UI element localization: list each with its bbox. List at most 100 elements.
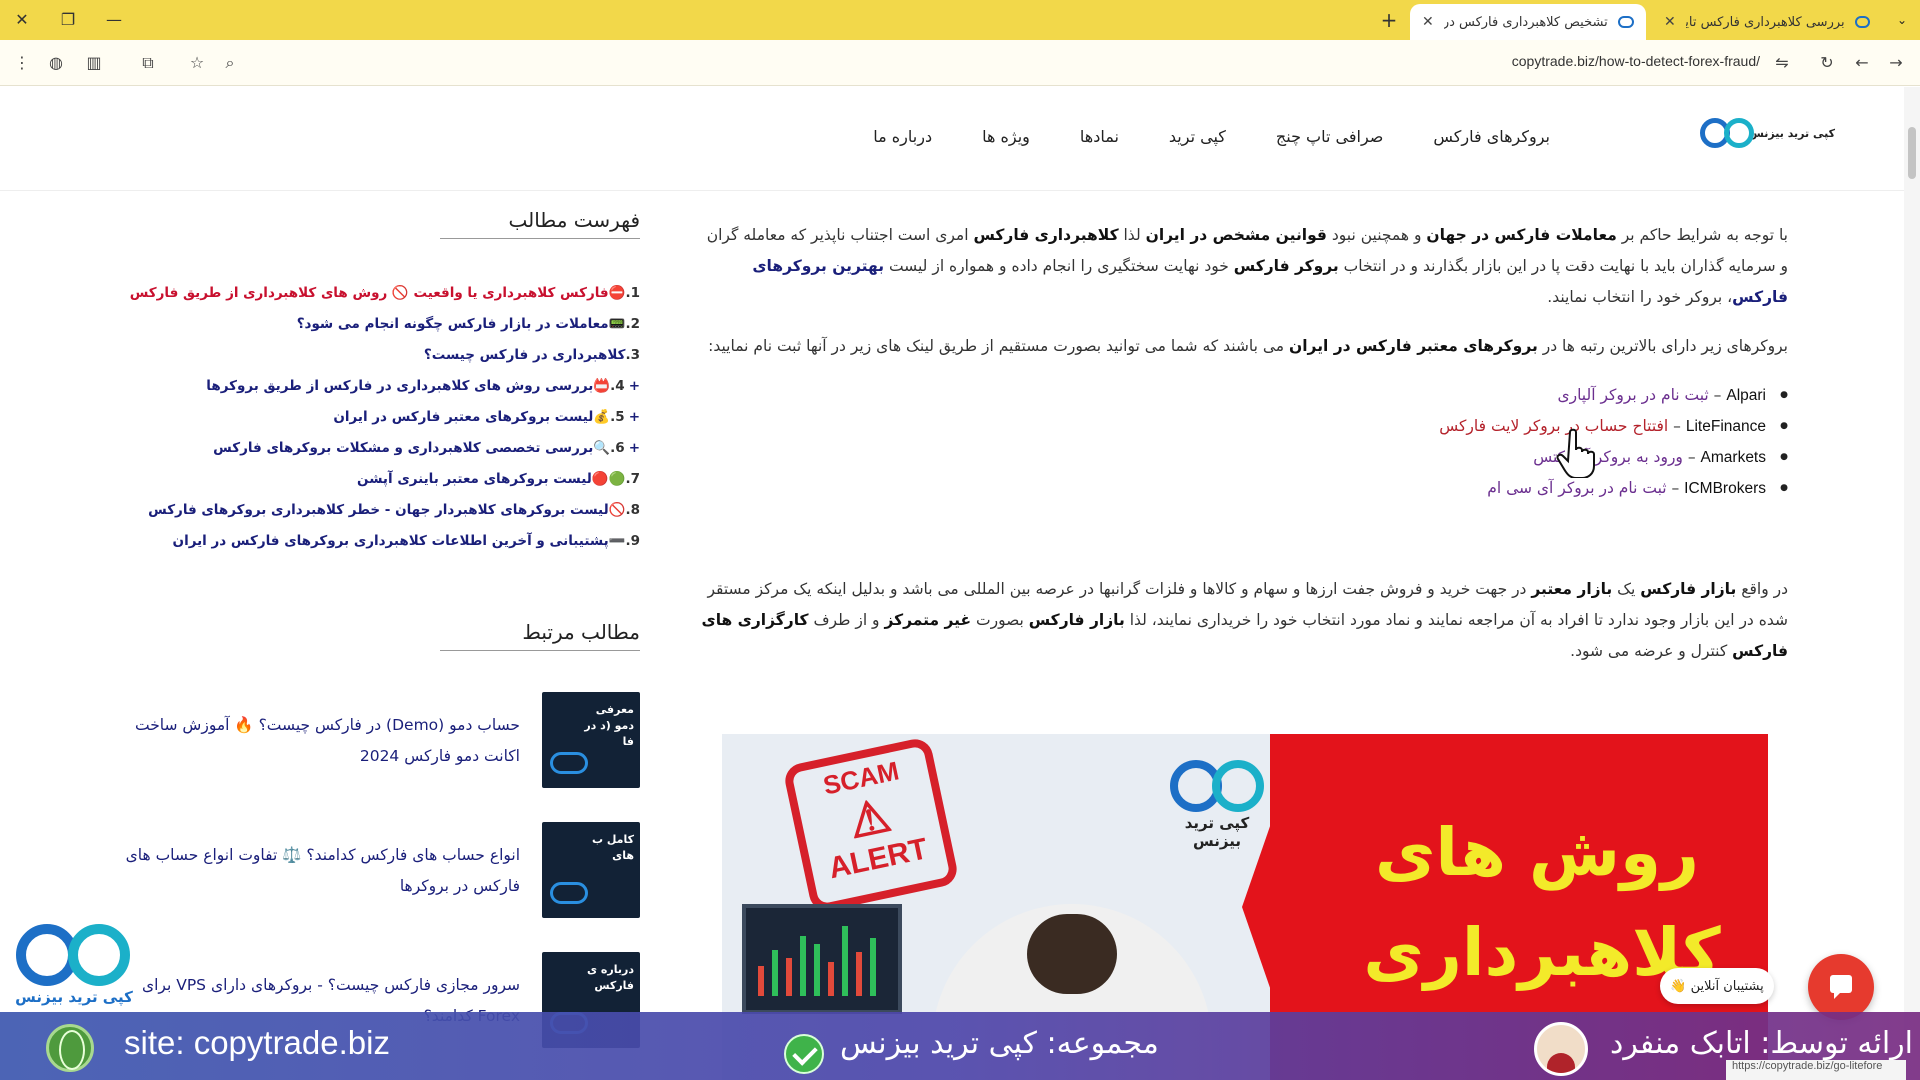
tab-title: بررسی کلاهبرداری فارکس تایم (FM [1686,14,1845,30]
tab-close-icon[interactable]: ✕ [1664,14,1676,30]
tab-list-dropdown-icon[interactable]: ⌄ [1890,8,1914,32]
table-of-contents: 1.⛔فارکس کلاهبرداری یا واقعیت 🚫 روش های … [100,280,640,559]
nav-item-topchange[interactable]: صرافی تاپ چنج [1276,127,1383,146]
close-window-icon[interactable]: ✕ [10,8,34,32]
related-post[interactable]: کامل ب های انواع حساب های فارکس کدامند؟ … [100,822,640,918]
chat-bubble-icon [1830,975,1852,999]
tab-favicon-icon [1617,16,1634,28]
tab-active[interactable]: تشخیص کلاهبرداری فارکس در ایرا ✕ [1410,4,1646,40]
zoom-search-icon[interactable]: ⌕ [218,51,242,75]
banner-presenter: ارائه توسط: اتابک منفرد [1610,1026,1914,1061]
related-post[interactable]: معرفی دمو (د در فا حساب دمو (Demo) در فا… [100,692,640,788]
toc-item[interactable]: 8.🚫لیست بروکرهای کلاهبردار جهان - خطر کل… [100,497,640,528]
online-support-label[interactable]: پشتیبان آنلاین 👋 [1660,968,1774,1004]
broker-link[interactable]: افتتاح حساب در بروکر لایت فارکس [1439,417,1668,435]
nav-item-copytrade[interactable]: کپی ترید [1169,127,1226,146]
video-overlay-banner: site: copytrade.biz مجموعه: کپی ترید بیز… [0,1012,1920,1080]
presenter-avatar [1534,1022,1588,1076]
nav-item-about[interactable]: درباره ما [873,127,932,146]
toc-item-number: 6. [610,440,625,456]
toc-item-number: 2. [625,316,640,332]
expand-plus-icon[interactable]: + [629,440,640,456]
list-item: Amarkets – ورود به بروکر آمارکتس [700,442,1788,473]
related-post-thumbnail[interactable]: معرفی دمو (د در فا [542,692,640,788]
tab-favicon-icon [1854,16,1870,28]
article-paragraph-1: با توجه به شرایط حاکم بر معاملات فارکس د… [706,226,1788,306]
new-tab-button[interactable]: + [1377,8,1401,32]
extensions-icon[interactable]: ⧉ [136,51,160,75]
restore-window-icon[interactable]: ❐ [56,8,80,32]
hand-pointer-cursor-icon [1556,428,1595,478]
hero-logo: کپی ترید بیزنس [1162,754,1272,850]
bookmark-star-icon[interactable]: ☆ [185,51,209,75]
toc-item[interactable]: 2.📟معاملات در بازار فارکس چگونه انجام می… [100,311,640,342]
nav-item-specials[interactable]: ویژه ها [982,127,1030,146]
floating-logo: کپی ترید بیزنس [12,924,136,1008]
back-icon[interactable]: ← [1850,51,1874,75]
toc-item-label: 🚫لیست بروکرهای کلاهبردار جهان - خطر کلاه… [148,502,626,518]
list-item: LiteFinance – افتتاح حساب در بروکر لایت … [700,411,1788,442]
trading-monitor-illustration [742,904,902,1014]
tab-close-icon[interactable]: ✕ [1422,14,1434,30]
list-item: ICMBrokers – ثبت نام در بروکر آی سی ام [700,473,1788,504]
related-post-title[interactable]: انواع حساب های فارکس کدامند؟ ⚖️ تفاوت ان… [100,822,520,918]
article-body: با توجه به شرایط حاکم بر معاملات فارکس د… [700,220,1789,685]
site-header: کپی ترید بیزنس بروکرهای فارکس صرافی تاپ … [0,87,1920,191]
related-title: مطالب مرتبط [440,620,640,651]
toc-item-number: 1. [625,285,640,301]
toc-item[interactable]: 3.کلاهبرداری در فارکس چیست؟ [100,342,640,373]
status-bar-url: https://copytrade.biz/go-litefore [1726,1060,1906,1080]
address-bar[interactable]: copytrade.biz/how-to-detect-forex-fraud/ [1420,53,1760,75]
tab-title: تشخیص کلاهبرداری فارکس در ایرا [1443,14,1608,30]
check-circle-icon [784,1034,824,1074]
toc-item-number: 5. [610,409,625,425]
toc-item[interactable]: +4.📛بررسی روش های کلاهبرداری در فارکس از… [100,373,640,404]
toc-item-label: کلاهبرداری در فارکس چیست؟ [423,347,626,363]
main-nav: بروکرهای فارکس صرافی تاپ چنج کپی ترید نم… [873,127,1550,146]
related-post-title[interactable]: حساب دمو (Demo) در فارکس چیست؟ 🔥 آموزش س… [100,692,520,788]
toc-item-number: 7. [625,471,640,487]
reload-icon[interactable]: ↻ [1815,51,1839,75]
banner-site: site: copytrade.biz [124,1024,390,1061]
minimize-window-icon[interactable]: — [102,8,126,32]
nav-item-symbols[interactable]: نمادها [1080,127,1119,146]
sidebar-toggle-icon[interactable]: ▥ [82,51,106,75]
globe-icon [46,1024,94,1072]
toc-item[interactable]: 7.🟢🔴لیست بروکرهای معتبر باینری آپشن [100,466,640,497]
tab-inactive[interactable]: بررسی کلاهبرداری فارکس تایم (FM ✕ [1652,4,1882,40]
toc-item-number: 3. [625,347,640,363]
infinity-logo-icon [1162,754,1272,814]
scam-alert-stamp: SCAM ⚠ ALERT [782,736,960,914]
site-logo[interactable]: کپی ترید بیزنس [1700,113,1835,153]
toc-item[interactable]: 9.➖پشتیبانی و آخرین اطلاعات کلاهبرداری ب… [100,528,640,559]
related-post-thumbnail[interactable]: کامل ب های [542,822,640,918]
toc-item-label: 💰لیست بروکرهای معتبر فارکس در ایران [333,409,611,425]
infinity-logo-icon [12,924,136,988]
toc-item-label: ➖پشتیبانی و آخرین اطلاعات کلاهبرداری برو… [172,533,626,549]
logo-text: کپی ترید بیزنس [1748,126,1835,140]
expand-plus-icon[interactable]: + [629,378,640,394]
banner-group: مجموعه: کپی ترید بیزنس [840,1026,1159,1061]
toc-item[interactable]: +5.💰لیست بروکرهای معتبر فارکس در ایران [100,404,640,435]
broker-link[interactable]: ثبت نام در بروکر آی سی ام [1487,479,1666,497]
page-scrollbar[interactable] [1904,87,1920,1080]
forward-icon[interactable]: → [1884,51,1908,75]
toc-item-label: 🔍بررسی تخصصی کلاهبرداری و مشکلات بروکرها… [213,440,611,456]
broker-link[interactable]: ثبت نام در بروکر آلپاری [1557,386,1708,404]
list-item: Alpari – ثبت نام در بروکر آلپاری [700,380,1788,411]
nav-item-forex-brokers[interactable]: بروکرهای فارکس [1433,127,1550,146]
site-settings-icon[interactable]: ⇋ [1770,51,1794,75]
hero-title-line-1: روش های [1374,814,1700,891]
expand-plus-icon[interactable]: + [629,409,640,425]
toc-item-label: 📟معاملات در بازار فارکس چگونه انجام می ش… [296,316,626,332]
toc-item[interactable]: +6.🔍بررسی تخصصی کلاهبرداری و مشکلات بروک… [100,435,640,466]
profile-avatar-icon[interactable]: ◍ [44,51,68,75]
article-paragraph-2: بروکرهای زیر دارای بالاترین رتبه ها در ب… [708,337,1788,355]
toc-title: فهرست مطالب [440,208,640,239]
scrollbar-thumb[interactable] [1908,127,1916,179]
more-menu-icon[interactable]: ⋮ [10,51,34,75]
toc-item[interactable]: 1.⛔فارکس کلاهبرداری یا واقعیت 🚫 روش های … [100,280,640,311]
toc-item-number: 9. [625,533,640,549]
browser-tab-bar: ✕ ❐ — + تشخیص کلاهبرداری فارکس در ایرا ✕… [0,0,1920,40]
chat-button[interactable] [1808,954,1874,1020]
